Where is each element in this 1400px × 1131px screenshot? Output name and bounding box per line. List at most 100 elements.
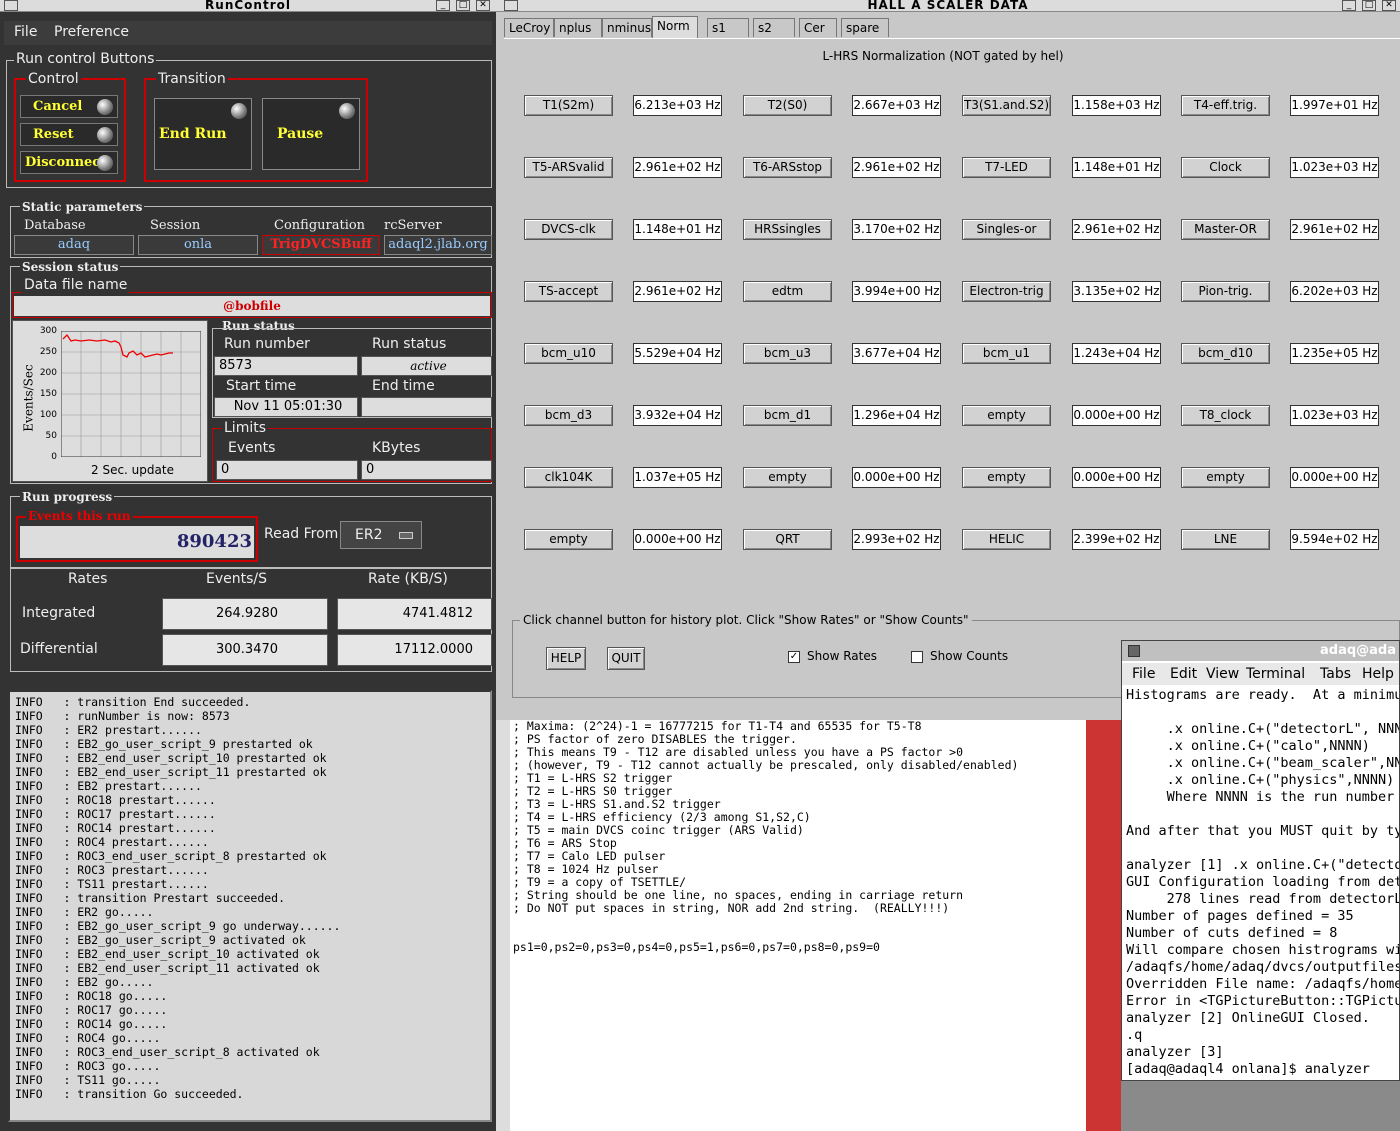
channel-button[interactable]: T1(S2m) [524, 95, 613, 116]
channel-button[interactable]: T8_clock [1181, 405, 1270, 426]
channel-rate: 1.243e+04 Hz [1072, 343, 1161, 364]
menu-file[interactable]: File [1132, 666, 1155, 682]
channel-button[interactable]: bcm_u1 [962, 343, 1051, 364]
channel-rate: 6.202e+03 Hz [1290, 281, 1379, 302]
menu-file[interactable]: File [14, 24, 37, 40]
window-menu-icon[interactable] [4, 0, 18, 11]
close-icon[interactable]: ✕ [1382, 0, 1396, 11]
log-line: INFO : transition End succeeded. [15, 695, 251, 709]
plot-update-label: 2 Sec. update [91, 463, 174, 477]
channel-button[interactable]: T3(S1.and.S2) [962, 95, 1051, 116]
reset-button[interactable]: Reset [20, 123, 118, 146]
channel-button[interactable]: Electron-trig [962, 281, 1051, 302]
minimize-icon[interactable]: _ [1342, 0, 1356, 11]
minimize-icon[interactable]: _ [436, 0, 450, 11]
channel-button[interactable]: edtm [743, 281, 832, 302]
message-log[interactable]: INFO : transition End succeeded. INFO : r… [8, 690, 492, 1122]
menu-preference[interactable]: Preference [54, 24, 129, 40]
log-line: INFO : ROC3 prestart...... [15, 863, 209, 877]
pause-button[interactable]: Pause [262, 98, 360, 170]
channel-rate: 2.961e+02 Hz [633, 281, 722, 302]
channel-button[interactable]: empty [743, 467, 832, 488]
menu-tabs[interactable]: Tabs [1320, 666, 1351, 682]
cancel-button[interactable]: Cancel [20, 95, 118, 118]
channel-button[interactable]: empty [962, 405, 1051, 426]
help-button[interactable]: HELP [546, 647, 586, 670]
channel-button[interactable]: TS-accept [524, 281, 613, 302]
terminal-line: GUI Configuration loading from dete [1126, 874, 1400, 890]
tab-nplus[interactable]: nplus [554, 18, 602, 37]
tab-s1[interactable]: s1 [707, 18, 749, 37]
channel-button[interactable]: T5-ARSvalid [524, 157, 613, 178]
led-icon [97, 155, 113, 171]
tab-lecroy[interactable]: LeCroy [504, 18, 554, 37]
differential-events-rate: 300.3470 [162, 634, 328, 666]
channel-button[interactable]: Master-OR [1181, 219, 1270, 240]
channel-rate: 2.961e+02 Hz [1290, 219, 1379, 240]
end-run-button[interactable]: End Run [154, 98, 252, 170]
log-line: INFO : transition Go succeeded. [15, 1087, 244, 1101]
tab-norm[interactable]: Norm [652, 16, 698, 38]
channel-button[interactable]: HELIC [962, 529, 1051, 550]
led-icon [97, 127, 113, 143]
read-from-select[interactable]: ER2 [340, 521, 422, 549]
maximize-icon[interactable]: □ [456, 0, 470, 11]
channel-button[interactable]: bcm_d3 [524, 405, 613, 426]
channel-button[interactable]: Clock [1181, 157, 1270, 178]
events-limit-field[interactable]: 0 [216, 460, 358, 480]
channel-button[interactable]: T4-eff.trig. [1181, 95, 1270, 116]
led-icon [231, 103, 247, 119]
window-menu-icon[interactable] [504, 0, 518, 11]
kbytes-limit-field[interactable]: 0 [361, 460, 492, 480]
terminal-line: Histograms are ready. At a minimu [1126, 687, 1400, 703]
channel-button[interactable]: DVCS-clk [524, 219, 613, 240]
show-counts-checkbox[interactable] [911, 651, 923, 663]
end-run-label: End Run [159, 126, 227, 142]
channel-rate: 2.667e+03 Hz [852, 95, 941, 116]
terminal-output[interactable]: Histograms are ready. At a minimu .x onl… [1126, 687, 1400, 1078]
channel-button[interactable]: bcm_u10 [524, 343, 613, 364]
tab-nminus[interactable]: nminus [602, 18, 652, 37]
channel-button[interactable]: HRSsingles [743, 219, 832, 240]
events-this-run-value: 890423 [20, 526, 254, 558]
quit-button[interactable]: QUIT [607, 647, 645, 670]
run-progress-label: Run progress [20, 490, 115, 504]
channel-button[interactable]: empty [1181, 467, 1270, 488]
terminal-line: Where NNNN is the run number [1126, 789, 1395, 805]
channel-button[interactable]: Singles-or [962, 219, 1051, 240]
channel-button[interactable]: bcm_d10 [1181, 343, 1270, 364]
channel-button[interactable]: T2(S0) [743, 95, 832, 116]
text-editor[interactable]: ; Maxima: (2^24)-1 = 16777215 for T1-T4 … [496, 720, 1096, 1131]
page-heading: L-HRS Normalization (NOT gated by hel) [822, 49, 1064, 63]
session-status-label: Session status [20, 260, 121, 274]
channel-rate: 0.000e+00 Hz [1072, 405, 1161, 426]
channel-button[interactable]: Pion-trig. [1181, 281, 1270, 302]
channel-button[interactable]: empty [524, 529, 613, 550]
menu-help[interactable]: Help [1362, 666, 1394, 682]
tab-cer[interactable]: Cer [799, 18, 837, 37]
tab-spare[interactable]: spare [841, 18, 889, 37]
channel-button[interactable]: empty [962, 467, 1051, 488]
channel-button[interactable]: bcm_d1 [743, 405, 832, 426]
maximize-icon[interactable]: □ [1362, 0, 1376, 11]
terminal-line: .x online.C+("calo",NNNN) [1126, 738, 1370, 754]
tab-s2[interactable]: s2 [753, 18, 795, 37]
channel-button[interactable]: bcm_u3 [743, 343, 832, 364]
channel-button[interactable]: LNE [1181, 529, 1270, 550]
channel-button[interactable]: T7-LED [962, 157, 1051, 178]
channel-rate: 3.994e+00 Hz [852, 281, 941, 302]
log-line: INFO : ROC3 go..... [15, 1059, 161, 1073]
channel-button[interactable]: clk104K [524, 467, 613, 488]
channel-button[interactable]: QRT [743, 529, 832, 550]
menu-edit[interactable]: Edit [1170, 666, 1197, 682]
show-rates-checkbox[interactable]: ✓ [788, 651, 800, 663]
run-number-field: 8573 [214, 356, 358, 376]
menu-terminal[interactable]: Terminal [1246, 666, 1305, 682]
terminal-line: .x online.C+("physics",NNNN) [1126, 772, 1395, 788]
channel-button[interactable]: T6-ARSstop [743, 157, 832, 178]
menu-view[interactable]: View [1206, 666, 1239, 682]
close-icon[interactable]: ✕ [476, 0, 490, 11]
window-title: HALL A SCALER DATA [867, 0, 1029, 12]
disconnect-button[interactable]: Disconnect [20, 151, 118, 174]
